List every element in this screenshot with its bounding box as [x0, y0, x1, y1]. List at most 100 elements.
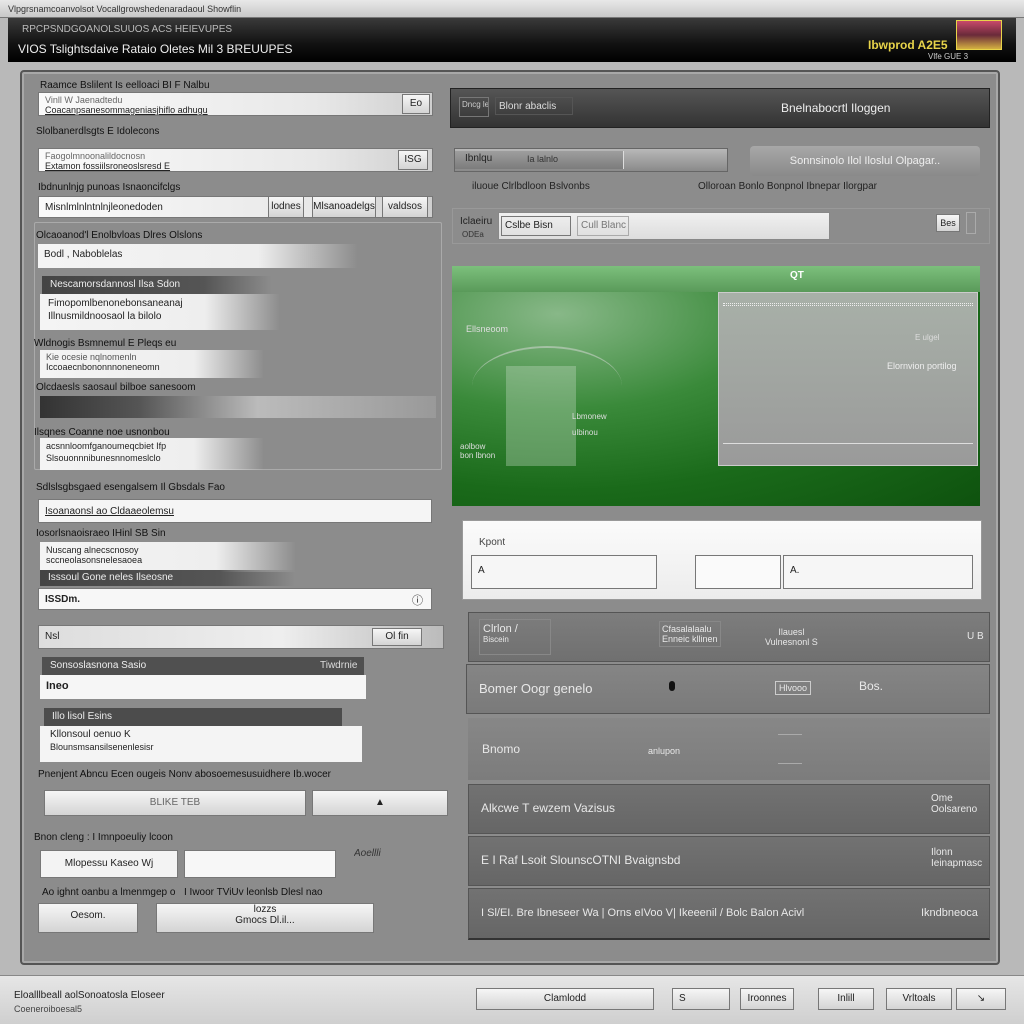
group2-label: Wldnogis Bsmnemul E Pleqs eu	[34, 338, 177, 349]
row-title: I Sl/EI. Bre Ibneseer Wa | Orns eIVoo V|…	[481, 907, 805, 919]
wide-button[interactable]: BLIKE TEB	[44, 790, 306, 816]
field2[interactable]: Faogolmnoonalildocnosn Extamon fossiilsr…	[38, 148, 433, 172]
preview-pane: QT Ellsneoom Lbmonew ulbinou aolbow bon …	[452, 266, 980, 506]
row-end: Ome Oolsareno	[931, 793, 977, 815]
field2-line2: Extamon fossiilsroneoslsresd E	[45, 161, 171, 171]
footer-button-2[interactable]: Inlill	[818, 988, 874, 1010]
top-badge: Dncg leoqs	[459, 97, 489, 117]
list2-header: Sonsoslasnona Sasio	[42, 657, 364, 675]
row-chip[interactable]: Hlvooo	[775, 681, 812, 695]
input-panel: Kpont A A.	[462, 520, 982, 600]
s5-line1: Nuscang alnecscnosoy	[46, 545, 139, 555]
section5-dark-row[interactable]: Isssoul Gone neles Ilseosne	[40, 570, 340, 586]
search-prefix-2: ODEa	[462, 230, 484, 239]
row-title: Clrlon / Biscein	[479, 619, 551, 655]
row-end: Ikndbneoca	[921, 907, 978, 919]
preview-caption-1: Lbmonew	[572, 412, 607, 421]
progress-caption: iluoue Clrlbdloon Bslvonbs	[472, 181, 590, 192]
search-icon-button[interactable]: Bes	[936, 214, 960, 232]
right-top-bar: Dncg leoqs Blonr abaclis Bnelnabocrtl Il…	[450, 88, 990, 128]
action-button[interactable]: Sonnsinolo Ilol Iloslul Olpagar..	[750, 146, 980, 176]
list1-item[interactable]: Illnusmildnoosaol la bilolo	[40, 309, 340, 324]
status-line-1: Eloalllbeall aolSonoatosla Eloseer	[14, 990, 165, 1001]
list-row[interactable]: I Sl/EI. Bre Ibneseer Wa | Orns eIVoo V|…	[468, 888, 990, 940]
section5-value[interactable]: ISSDm.	[38, 588, 432, 610]
search-tab-2[interactable]: Cull Blanc	[577, 216, 629, 236]
field2-button[interactable]: ISG	[398, 150, 428, 170]
dropdown[interactable]: Mlopessu Kaseo Wj	[40, 850, 178, 878]
preview-dialog: E ulgel Elornvion portilog	[718, 292, 978, 466]
dialog-rule	[723, 303, 973, 306]
logo-icon	[956, 20, 1002, 50]
field2-line1: Faogolmnoonalildocnosn	[45, 151, 146, 161]
field4[interactable]: Isoanaonsl ao Cldaaeolemsu	[38, 499, 432, 523]
section5-field[interactable]: Nuscang alnecscnosoy sccneolasonsnelesao…	[40, 542, 360, 572]
group4-line2: Slsouonnnibunesnnomeslclo	[46, 453, 161, 463]
top-tab[interactable]: Blonr abaclis	[495, 97, 573, 115]
row-icon	[778, 734, 802, 764]
row-title: Bnomo	[482, 742, 521, 756]
list1-item[interactable]: Fimopomlbenonebonsaneanaj	[40, 294, 340, 309]
resize-grip-icon[interactable]: ↘	[956, 988, 1006, 1010]
cursor-icon	[669, 681, 675, 691]
scroll-handle-icon[interactable]	[966, 212, 976, 234]
search-prefix: Iclaeiru	[460, 216, 493, 227]
list2-value[interactable]: Ineo	[40, 675, 366, 699]
dropdown-input[interactable]	[184, 850, 336, 878]
last-left-button[interactable]: Oesom.	[38, 903, 138, 933]
list1-header: Nescamorsdannosl Ilsa Sdon	[42, 276, 312, 294]
row-end: Ilonn Ieinapmasc	[931, 847, 982, 869]
combo-select[interactable]: S	[672, 988, 730, 1010]
row-mid-2: Enneic kllinen	[662, 634, 718, 644]
list3-header: Illo lisol Esins	[44, 708, 342, 726]
group4-label: Ilsqnes Coanne noe usnonbou	[34, 427, 170, 438]
list-item[interactable]: Kllonsoul oenuo K	[40, 726, 362, 740]
list-row[interactable]: Clrlon / Biscein Cfasalalaalu Enneic kllin…	[468, 612, 990, 662]
bar-button[interactable]: Ol fin	[372, 628, 422, 646]
info-icon[interactable]: ⓘ	[412, 592, 423, 608]
dialog-right-1: E ulgel	[915, 333, 940, 342]
field1-line1: Vinll W Jaenadtedu	[45, 95, 123, 105]
row-subtitle: Biscein	[483, 635, 509, 644]
last-center-button[interactable]: lozzs Gmocs Dl.il...	[156, 903, 374, 933]
row-mid: Cfasalalaalu Enneic kllinen	[659, 621, 721, 647]
logo-subtext: Vlfe GUE 3	[928, 52, 969, 61]
footer-button-3[interactable]: Vrltoals	[886, 988, 952, 1010]
input-field-1[interactable]: A	[471, 555, 657, 589]
group2-line1: Kie ocesie nqlnomenln	[46, 352, 137, 362]
button-b[interactable]: Mlsanoadelgs	[312, 196, 376, 218]
combo-button[interactable]: Clamlodd	[476, 988, 654, 1010]
list1: Fimopomlbenonebonsaneanaj Illnusmildnoos…	[40, 294, 340, 330]
input-field-2[interactable]: A.	[783, 555, 973, 589]
arrow-button[interactable]: ▲	[312, 790, 448, 816]
group3-slider[interactable]	[40, 396, 436, 418]
list-row[interactable]: Bomer Oogr genelo Hlvooo Bos.	[466, 664, 990, 714]
app-header: RPCPSNDGOANOLSUUOS ACS HEIEVUPES VIOS Ts…	[8, 18, 1016, 62]
input-label: Kpont	[479, 537, 506, 548]
preview-side: aolbow bon lbnon	[460, 442, 496, 460]
list-row[interactable]: E I Raf Lsoit SlounscOTNI Bvaignsbd Ilon…	[468, 836, 990, 886]
row-title-text: Clrlon /	[483, 623, 518, 635]
button-c[interactable]: valdsos	[382, 196, 428, 218]
search-input[interactable]: Cslbe Bisn Cull Blanc	[498, 212, 830, 240]
row-end: Bos.	[859, 679, 884, 693]
field1[interactable]: Vinll W Jaenadtedu Coacanpsanesommagenia…	[38, 92, 433, 116]
window-title-bar: Vlpgrsnamcoanvolsot Vocallgrowshedenarad…	[0, 0, 1024, 18]
button-a[interactable]: lodnes	[268, 196, 304, 218]
dialog-line	[723, 443, 973, 444]
section3-label: Ibdnunlnjg punoas Isnaoncifclgs	[38, 182, 181, 193]
list-item[interactable]: Blounsmsansilsenenlesisr	[40, 740, 362, 754]
group1-field[interactable]: Bodl , Naboblelas	[38, 244, 438, 268]
footer-button-1[interactable]: Iroonnes	[740, 988, 794, 1010]
section5-label: Iosorlsnaoisraeo IHinl SB Sin	[36, 528, 166, 539]
group1-label: Olcaoanod'l Enolbvloas Dlres Olslons	[36, 230, 203, 241]
list3: Kllonsoul oenuo K Blounsmsansilsenenlesi…	[40, 726, 362, 762]
logo-text: Ibwprod A2E5	[868, 38, 948, 52]
group2-field[interactable]: Kie ocesie nqlnomenln Iccoaecnbononnnone…	[40, 350, 320, 378]
list-row[interactable]: Bnomo anlupon	[468, 718, 990, 780]
group4-field[interactable]: acsnnloomfganoumeqcbiet Ifp Slsouonnnibu…	[40, 438, 320, 470]
search-tab-1[interactable]: Cslbe Bisn	[501, 216, 571, 236]
input-field-2-left[interactable]	[695, 555, 781, 589]
list-row[interactable]: Alkcwe T ewzem Vazisus Ome Oolsareno	[468, 784, 990, 834]
field1-button[interactable]: Eo	[402, 94, 430, 114]
